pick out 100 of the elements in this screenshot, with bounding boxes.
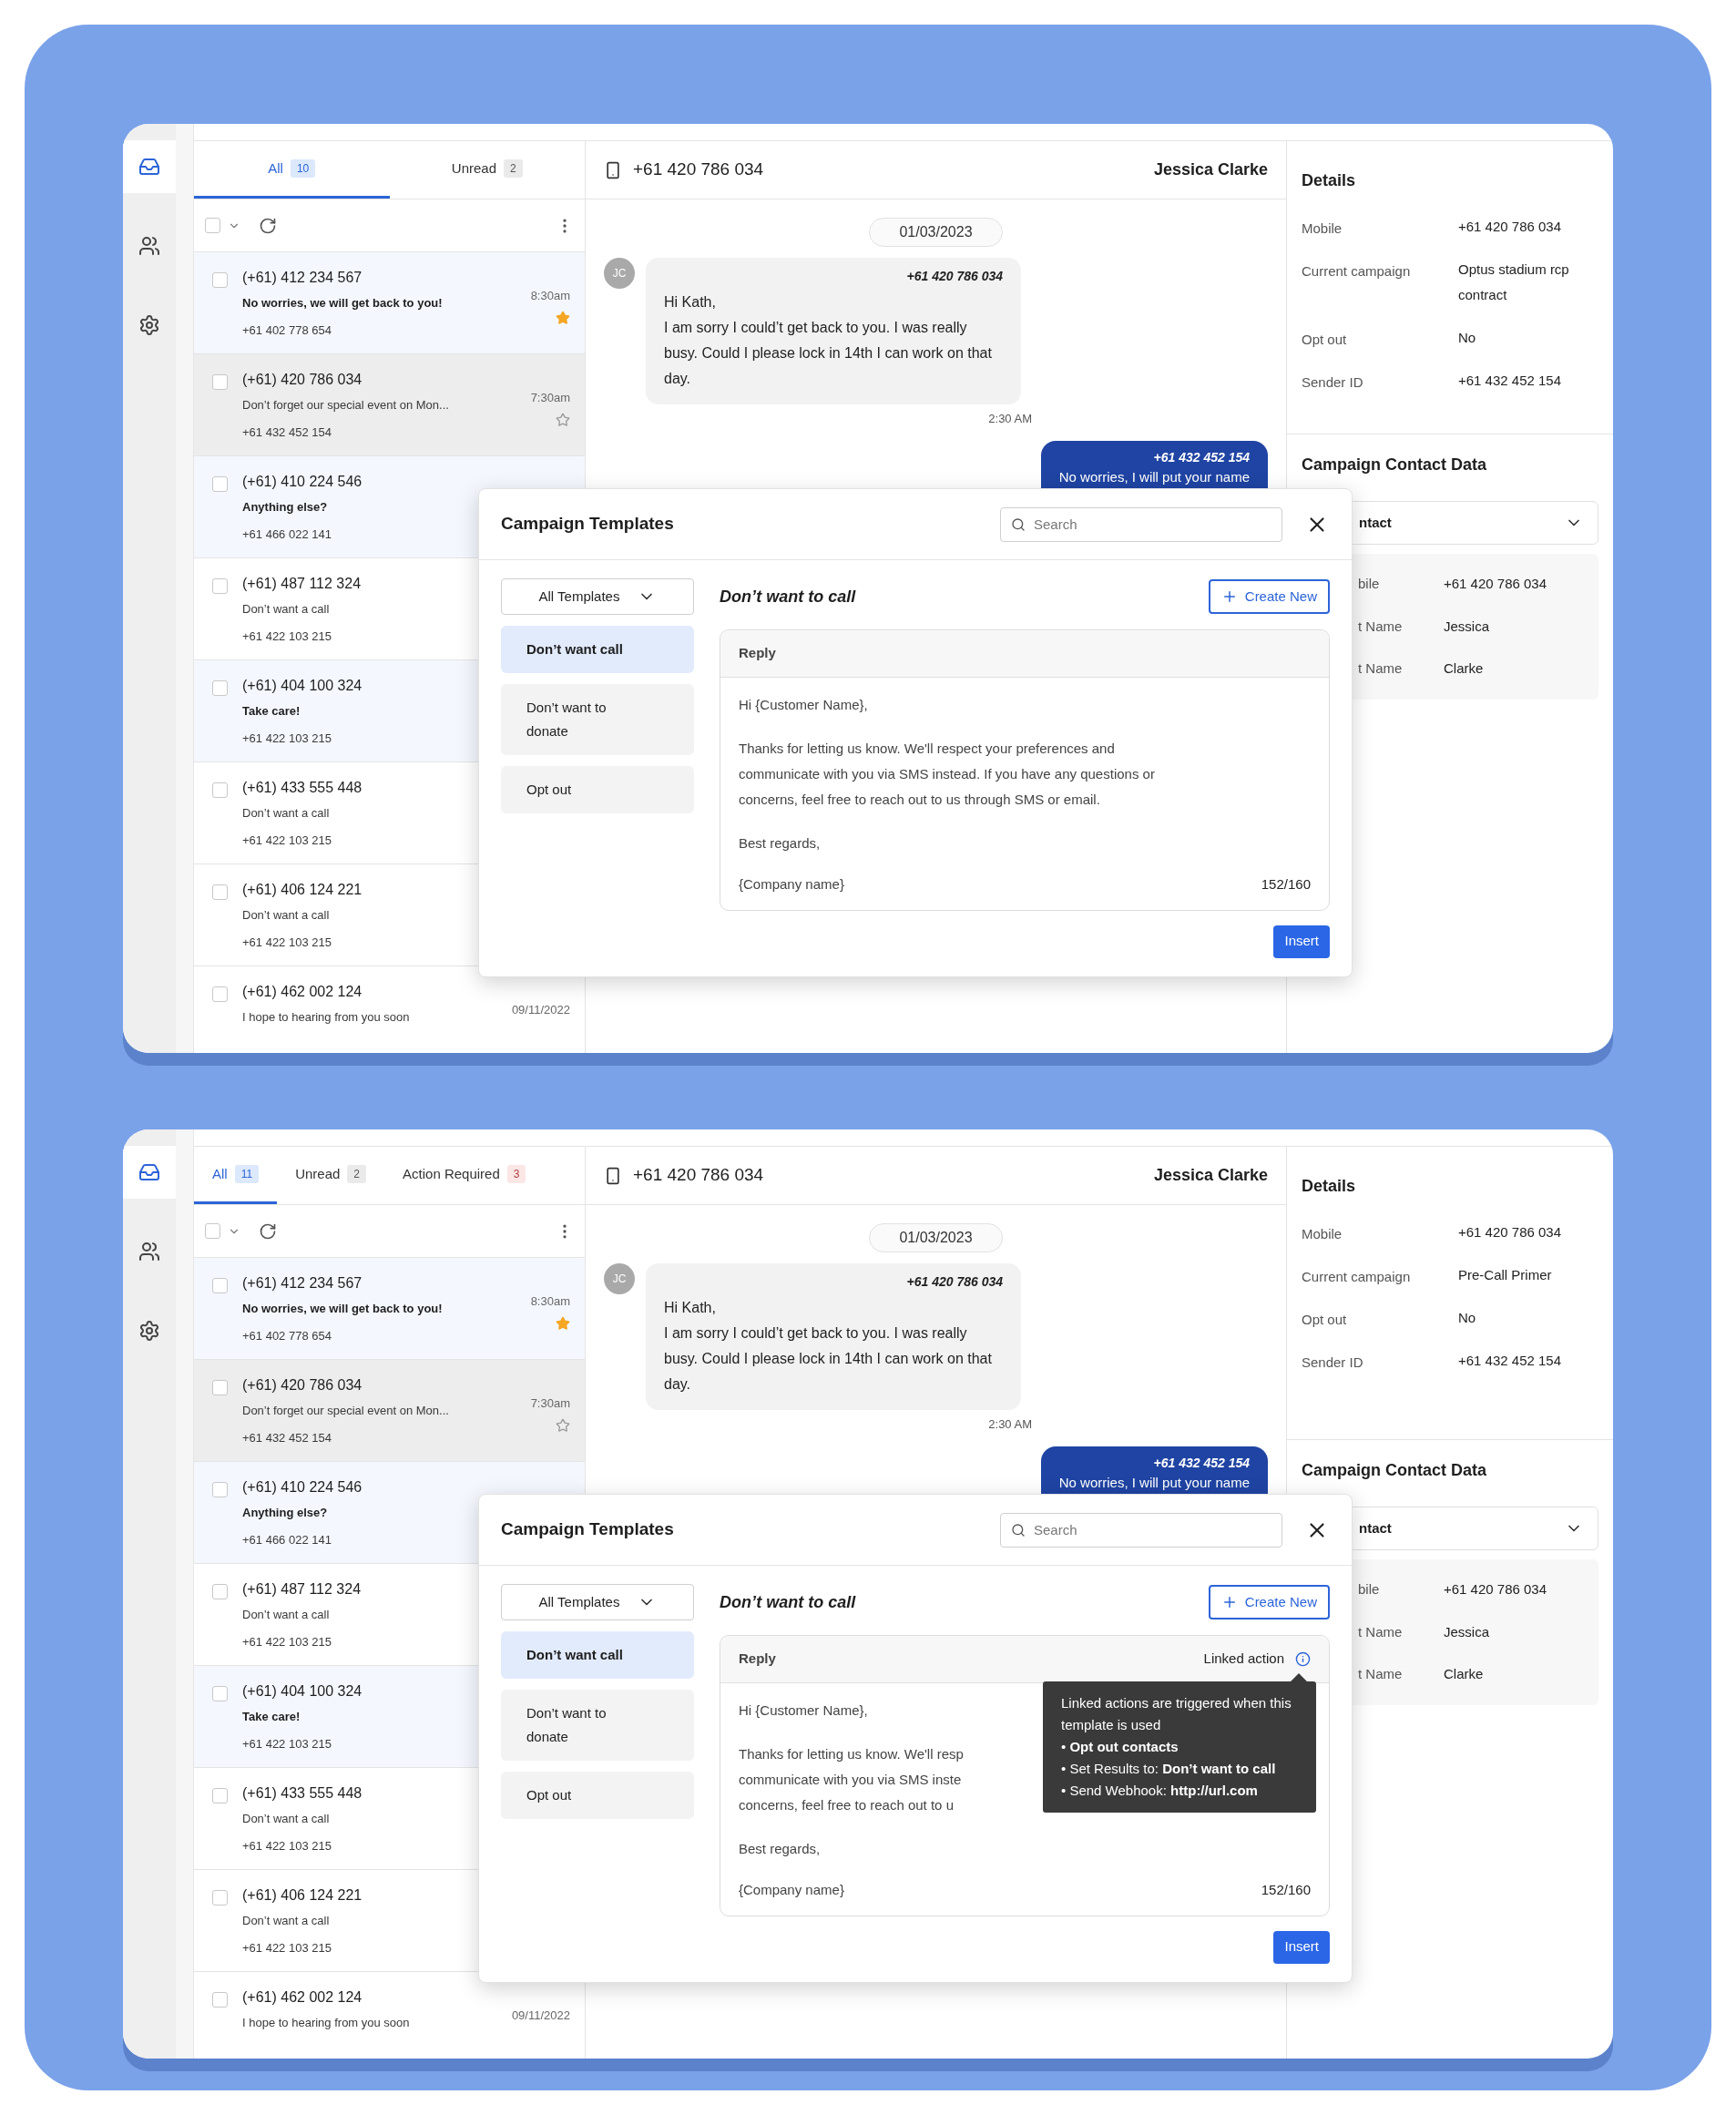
message-time: 2:30 AM (988, 1416, 1032, 1433)
field-label: Opt out (1302, 1311, 1348, 1329)
message-preview: No worries, we will get back to you! (242, 296, 443, 311)
tooltip-bullet: • Set Results to: Don’t want to call (1061, 1760, 1277, 1778)
sender-number: +61 432 452 154 (242, 425, 332, 440)
linked-action-label: Linked action (1203, 1650, 1284, 1669)
phone-number: (+61) 433 555 448 (242, 1784, 363, 1803)
phone-number: (+61) 462 002 124 (242, 1988, 363, 2007)
date-pill: 01/03/2023 (869, 1223, 1003, 1252)
field-value: Clarke (1444, 1665, 1484, 1683)
reply-signature: {Company name} (739, 1881, 844, 1899)
phone-number: (+61) 420 786 034 (242, 1376, 363, 1395)
message-time: 8:30am (530, 289, 570, 303)
phone-number: (+61) 410 224 546 (242, 473, 363, 491)
message-preview: Don’t forget our special event on Mon... (242, 398, 449, 413)
field-label: Current campaign (1302, 262, 1412, 281)
message-text: Hi Kath, I am sorry I could’t get back to you. I was really busy. Could I please lock in 14th I can work on that day. (664, 293, 993, 388)
chat-phone-number: +61 420 786 034 (633, 1164, 764, 1187)
message-sender: +61 432 452 154 (1153, 448, 1250, 466)
field-value: No (1458, 329, 1476, 347)
field-label: Sender ID (1302, 373, 1364, 392)
date-pill: 01/03/2023 (869, 218, 1003, 247)
sender-number: +61 422 103 215 (242, 1737, 332, 1752)
phone-number: (+61) 412 234 567 (242, 1274, 363, 1292)
sender-number: +61 402 778 654 (242, 1329, 332, 1344)
field-value: +61 420 786 034 (1444, 575, 1547, 593)
message-preview: Don’t want a call (242, 806, 330, 821)
tooltip-bullet: • Send Webhook: http://url.com (1061, 1782, 1259, 1800)
chat-phone-number: +61 420 786 034 (633, 158, 764, 181)
message-time: 7:30am (530, 391, 570, 405)
message-text: No worries, I will put your name (1058, 1473, 1250, 1492)
phone-number: (+61) 487 112 324 (242, 1580, 362, 1599)
field-value: Pre-Call Primer (1458, 1266, 1552, 1284)
sender-number: +61 432 452 154 (242, 1431, 332, 1446)
field-value: Clarke (1444, 659, 1484, 678)
field-label: t Name (1358, 659, 1404, 678)
reply-paragraph: Hi {Customer Name}, (739, 1701, 868, 1720)
field-value: +61 420 786 034 (1458, 218, 1562, 236)
message-preview: Anything else? (242, 500, 328, 515)
phone-number: (+61) 404 100 324 (242, 677, 363, 695)
field-label: bile (1358, 575, 1381, 593)
sender-number: +61 422 103 215 (242, 731, 332, 746)
phone-number: (+61) 433 555 448 (242, 779, 363, 797)
reply-signature: {Company name} (739, 875, 844, 894)
field-label: t Name (1358, 1665, 1404, 1683)
message-time: 09/11/2022 (511, 1003, 570, 1017)
template-title: Don’t want to call (720, 1591, 856, 1613)
reply-paragraph: Thanks for letting us know. We'll resp communicate with you via SMS inste concerns, feel free to reach out to u (739, 1745, 964, 1814)
message-preview: Don’t want a call (242, 1914, 330, 1928)
message-sender: +61 432 452 154 (1153, 1454, 1250, 1472)
message-preview: Take care! (242, 1710, 301, 1724)
template-title: Don’t want to call (720, 586, 856, 608)
sender-number: +61 422 103 215 (242, 1839, 332, 1854)
field-value: Jessica (1444, 617, 1490, 636)
count-badge: 3 (506, 1165, 526, 1183)
field-value: +61 420 786 034 (1458, 1223, 1562, 1241)
field-label: Mobile (1302, 1225, 1343, 1243)
sender-number: +61 466 022 141 (242, 527, 332, 542)
section-title: Campaign Contact Data (1301, 1460, 1488, 1481)
reply-paragraph: Best regards, (739, 1840, 821, 1858)
message-time: 09/11/2022 (511, 2008, 570, 2023)
field-value: Optus stadium rcp contract (1458, 261, 1570, 304)
character-count: 152/160 (1261, 875, 1311, 894)
count-badge: 2 (347, 1165, 367, 1183)
phone-number: (+61) 462 002 124 (242, 983, 363, 1001)
field-label: t Name (1358, 1622, 1404, 1641)
message-preview: Don’t want a call (242, 1608, 330, 1622)
sender-number: +61 422 103 215 (242, 1635, 332, 1650)
reply-paragraph: Best regards, (739, 834, 821, 853)
sender-number: +61 402 778 654 (242, 323, 332, 338)
reply-label: Reply (739, 644, 776, 663)
message-time: 7:30am (530, 1396, 570, 1411)
field-label: t Name (1358, 617, 1404, 636)
message-sender: +61 420 786 034 (906, 268, 1003, 285)
contact-name: Jessica Clarke (1153, 1165, 1268, 1186)
details-title: Details (1302, 1176, 1357, 1197)
field-value: No (1458, 1309, 1476, 1327)
phone-number: (+61) 487 112 324 (242, 575, 362, 593)
tooltip-bullet: • Opt out contacts (1061, 1738, 1179, 1756)
phone-number: (+61) 406 124 221 (242, 881, 363, 899)
details-title: Details (1302, 170, 1357, 191)
message-time: 2:30 AM (988, 411, 1032, 427)
field-label: Sender ID (1302, 1354, 1364, 1372)
reply-paragraph: Thanks for letting us know. We'll respect your preferences and communicate with you via SMS instead. If you have any questions or concerns, feel free to reach out to us through SMS or email. (739, 740, 1155, 809)
message-preview: Anything else? (242, 1506, 328, 1520)
avatar: JC (604, 258, 635, 289)
sender-number: +61 466 022 141 (242, 1533, 332, 1548)
field-label: bile (1358, 1580, 1381, 1599)
tooltip-text: Linked actions are triggered when this template is used (1061, 1694, 1292, 1734)
section-title: Campaign Contact Data (1301, 455, 1488, 475)
field-label: Current campaign (1302, 1268, 1412, 1286)
message-preview: Don’t want a call (242, 602, 330, 617)
message-preview: I hope to hearing from you soon (242, 1010, 410, 1025)
character-count: 152/160 (1261, 1881, 1311, 1899)
reply-paragraph: Hi {Customer Name}, (739, 696, 868, 714)
sender-number: +61 422 103 215 (242, 935, 332, 950)
field-label: Opt out (1302, 331, 1348, 349)
reply-label: Reply (739, 1650, 776, 1669)
sender-number: +61 422 103 215 (242, 629, 332, 644)
field-value: +61 432 452 154 (1458, 372, 1562, 390)
